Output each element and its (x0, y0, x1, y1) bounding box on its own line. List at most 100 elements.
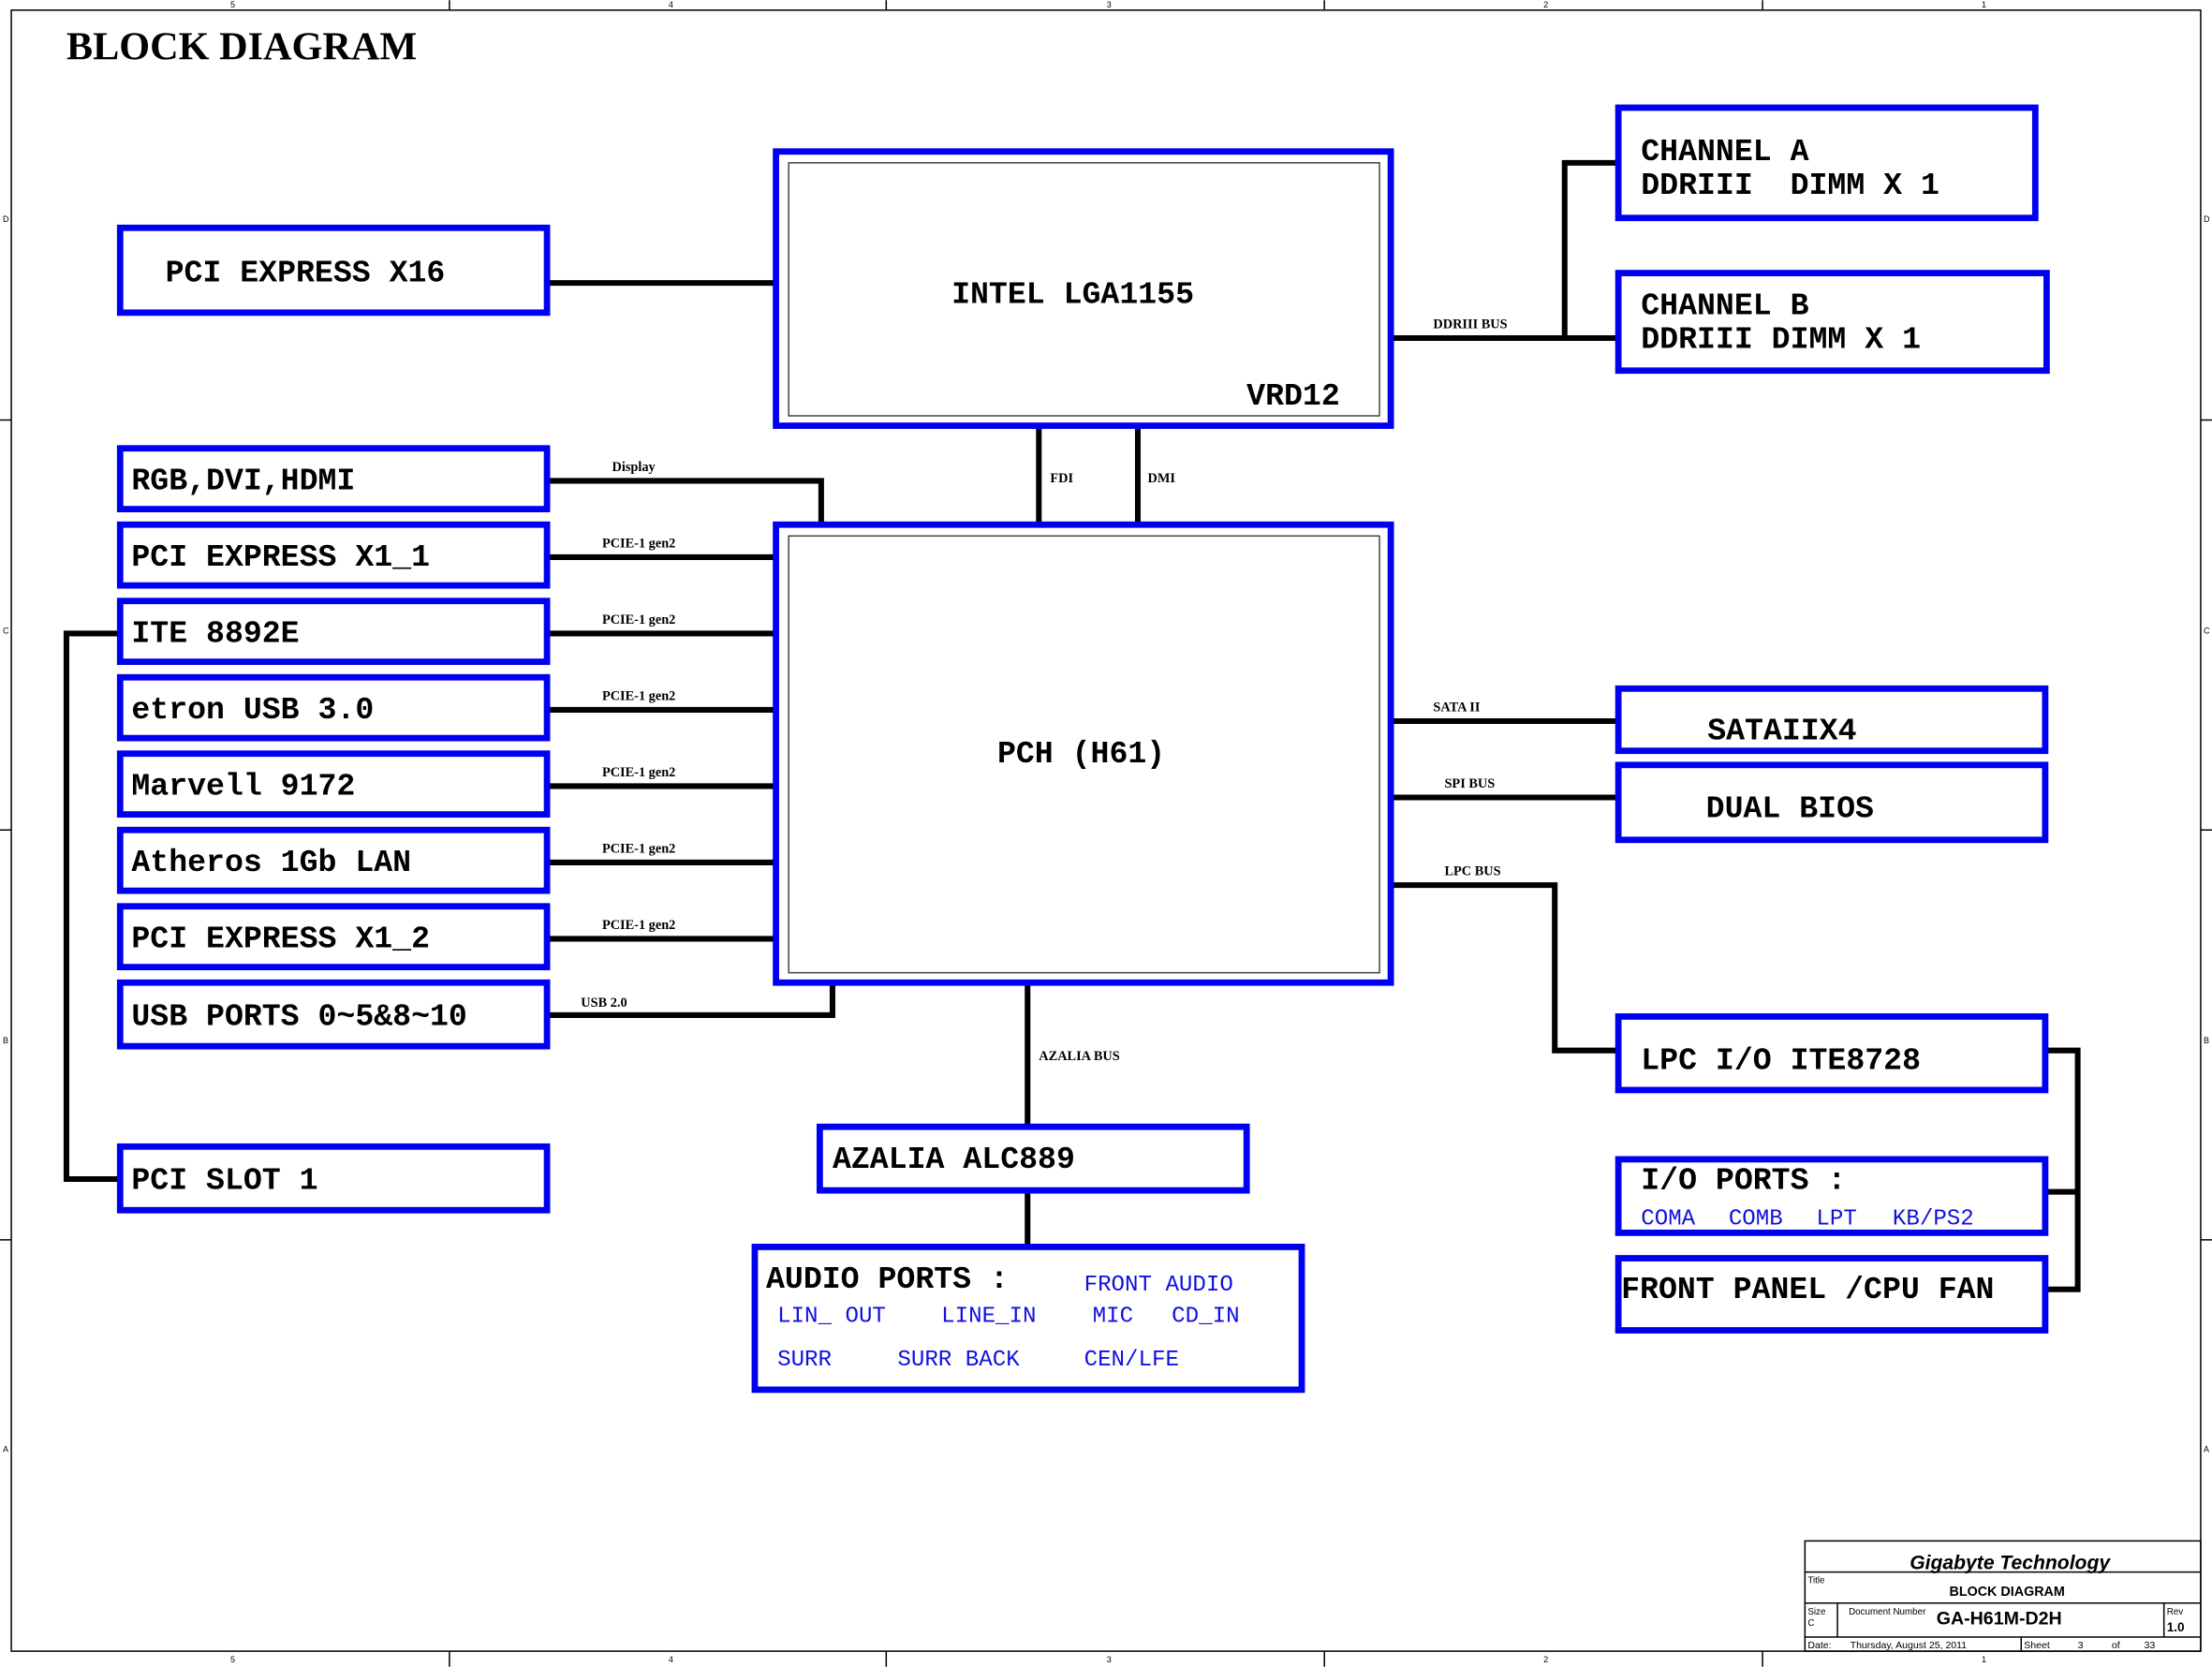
block-channel-b: CHANNEL B DDRIII DIMM X 1 (1615, 270, 2050, 375)
zone-row: C (2204, 626, 2210, 635)
block-label: I/O PORTS : (1641, 1163, 1846, 1199)
block-label: CHANNEL A (1641, 134, 1808, 170)
zone-col: 1 (1982, 1655, 1986, 1664)
port-label: COMB (1729, 1206, 1783, 1232)
block-label: SATAIIX4 (1707, 714, 1856, 749)
port-label: KB/PS2 (1893, 1206, 1974, 1232)
block-azalia-codec: AZALIA ALC889 (816, 1123, 1250, 1194)
bus-label-lpc: LPC BUS (1444, 864, 1500, 879)
block-pcie-x1-1: PCI EXPRESS X1_1 (116, 521, 551, 589)
port-label: SURR (777, 1348, 832, 1373)
port-label: COMA (1641, 1206, 1695, 1232)
rev-label: Rev (2167, 1607, 2184, 1617)
zone-col: 3 (1107, 0, 1112, 9)
size-label: Size (1807, 1607, 1826, 1617)
bus-label-pcie: PCIE-1 gen2 (602, 688, 675, 703)
bus-label-azalia: AZALIA BUS (1039, 1049, 1119, 1064)
date-label: Date: (1807, 1640, 1831, 1651)
rev-value: 1.0 (2167, 1620, 2185, 1634)
zone-row: C (3, 626, 9, 635)
block-etron: etron USB 3.0 (116, 673, 551, 742)
bus-label-usb: USB 2.0 (581, 996, 627, 1011)
bus-label-pcie: PCIE-1 gen2 (602, 918, 675, 933)
zone-col: 1 (1982, 0, 1986, 9)
bus-label-spi: SPI BUS (1444, 776, 1495, 791)
sheet-label: Sheet (2024, 1640, 2050, 1651)
port-label: FRONT AUDIO (1084, 1273, 1233, 1298)
block-label: Atheros 1Gb LAN (131, 845, 411, 880)
zone-col: 3 (1107, 1655, 1112, 1664)
block-label: PCI EXPRESS X1_1 (131, 539, 430, 575)
of-label: of (2112, 1640, 2120, 1651)
block-sata: SATAIIX4 (1615, 685, 2049, 755)
block-rgb-dvi-hdmi: RGB,DVI,HDMI (116, 445, 551, 513)
block-label: USB PORTS 0~5&8~10 (131, 999, 466, 1035)
zone-col: 2 (1543, 0, 1548, 9)
doc-number: GA-H61M-D2H (1937, 1608, 2062, 1629)
port-label: CD_IN (1172, 1304, 1239, 1329)
block-front-panel: FRONT PANEL /CPU FAN (1615, 1255, 2049, 1334)
cpu-vr: VRD12 (1246, 378, 1340, 414)
sheet-total: 33 (2145, 1640, 2156, 1651)
zone-col: 5 (230, 0, 235, 9)
block-label: Marvell 9172 (131, 768, 355, 804)
block-label: PCI EXPRESS X16 (166, 256, 446, 291)
bus-label-pcie: PCIE-1 gen2 (602, 536, 675, 551)
doc-label: Document Number (1849, 1607, 1926, 1617)
bus-label-sata: SATA II (1433, 700, 1480, 715)
title-label: Title (1807, 1576, 1825, 1586)
block-label: RGB,DVI,HDMI (131, 463, 355, 498)
block-pcie-x16: PCI EXPRESS X16 (116, 224, 551, 317)
block-channel-a: CHANNEL A DDRIII DIMM X 1 (1615, 104, 2039, 222)
cpu-block: INTEL LGA1155 VRD12 (773, 148, 1394, 429)
block-lpc-io: LPC I/O ITE8728 (1615, 1013, 2049, 1094)
zone-row: D (2204, 214, 2210, 224)
bus-label-ddr: DDRIII BUS (1433, 317, 1507, 332)
cpu-name: INTEL LGA1155 (951, 276, 1194, 312)
port-label: SURR BACK (897, 1348, 1020, 1373)
port-label: CEN/LFE (1084, 1348, 1179, 1373)
date-value: Thursday, August 25, 2011 (1851, 1640, 1968, 1651)
block-label: etron USB 3.0 (131, 692, 374, 728)
block-usb-ports: USB PORTS 0~5&8~10 (116, 979, 551, 1050)
bus-label-pcie: PCIE-1 gen2 (602, 612, 675, 627)
sheet-number: 3 (2078, 1640, 2084, 1651)
block-ite: ITE 8892E (116, 597, 551, 666)
title-block: Gigabyte Technology Title BLOCK DIAGRAM … (1804, 1540, 2202, 1652)
bus-label-dmi: DMI (1148, 471, 1176, 486)
block-marvell: Marvell 9172 (116, 750, 551, 819)
size-value: C (1807, 1618, 1814, 1629)
block-audio-ports: AUDIO PORTS : FRONT AUDIO LIN_ OUT LINE_… (751, 1244, 1305, 1394)
block-io-ports: I/O PORTS : COMA COMB LPT KB/PS2 (1615, 1156, 2049, 1236)
block-label: DDRIII DIMM X 1 (1641, 168, 1939, 203)
bus-label-pcie: PCIE-1 gen2 (602, 841, 675, 856)
port-label: LPT (1816, 1206, 1856, 1232)
block-label: PCI SLOT 1 (131, 1163, 317, 1199)
block-label: AZALIA ALC889 (833, 1142, 1075, 1177)
pch-block: PCH (H61) (773, 521, 1394, 986)
sheet-title: BLOCK DIAGRAM (1949, 1585, 2064, 1600)
bus-label-fdi: FDI (1050, 471, 1073, 486)
block-label: FRONT PANEL /CPU FAN (1621, 1272, 1994, 1307)
zone-row: B (2204, 1036, 2209, 1045)
block-dual-bios: DUAL BIOS (1615, 761, 2049, 844)
block-diagram: 5 4 3 2 1 5 4 3 2 1 D C B A D C B A BLOC… (0, 0, 2212, 1667)
block-label: PCI EXPRESS X1_2 (131, 921, 430, 956)
block-label: CHANNEL B (1641, 288, 1808, 323)
block-atheros: Atheros 1Gb LAN (116, 826, 551, 894)
pch-name: PCH (H61) (997, 736, 1165, 772)
bus-label-display: Display (612, 460, 656, 475)
block-label: ITE 8892E (131, 615, 299, 651)
block-pcie-x1-2: PCI EXPRESS X1_2 (116, 903, 551, 971)
drawing-frame: 5 4 3 2 1 5 4 3 2 1 D C B A D C B A (0, 0, 2212, 1667)
block-label: AUDIO PORTS : (766, 1261, 1009, 1297)
zone-row: B (3, 1036, 8, 1045)
block-pci-slot: PCI SLOT 1 (116, 1143, 551, 1214)
zone-col: 4 (669, 1655, 673, 1664)
zone-row: D (3, 214, 9, 224)
zone-col: 5 (230, 1655, 235, 1664)
company-name: Gigabyte Technology (1910, 1553, 2111, 1574)
zone-col: 2 (1543, 1655, 1548, 1664)
zone-col: 4 (669, 0, 673, 9)
block-label: DUAL BIOS (1706, 791, 1874, 827)
